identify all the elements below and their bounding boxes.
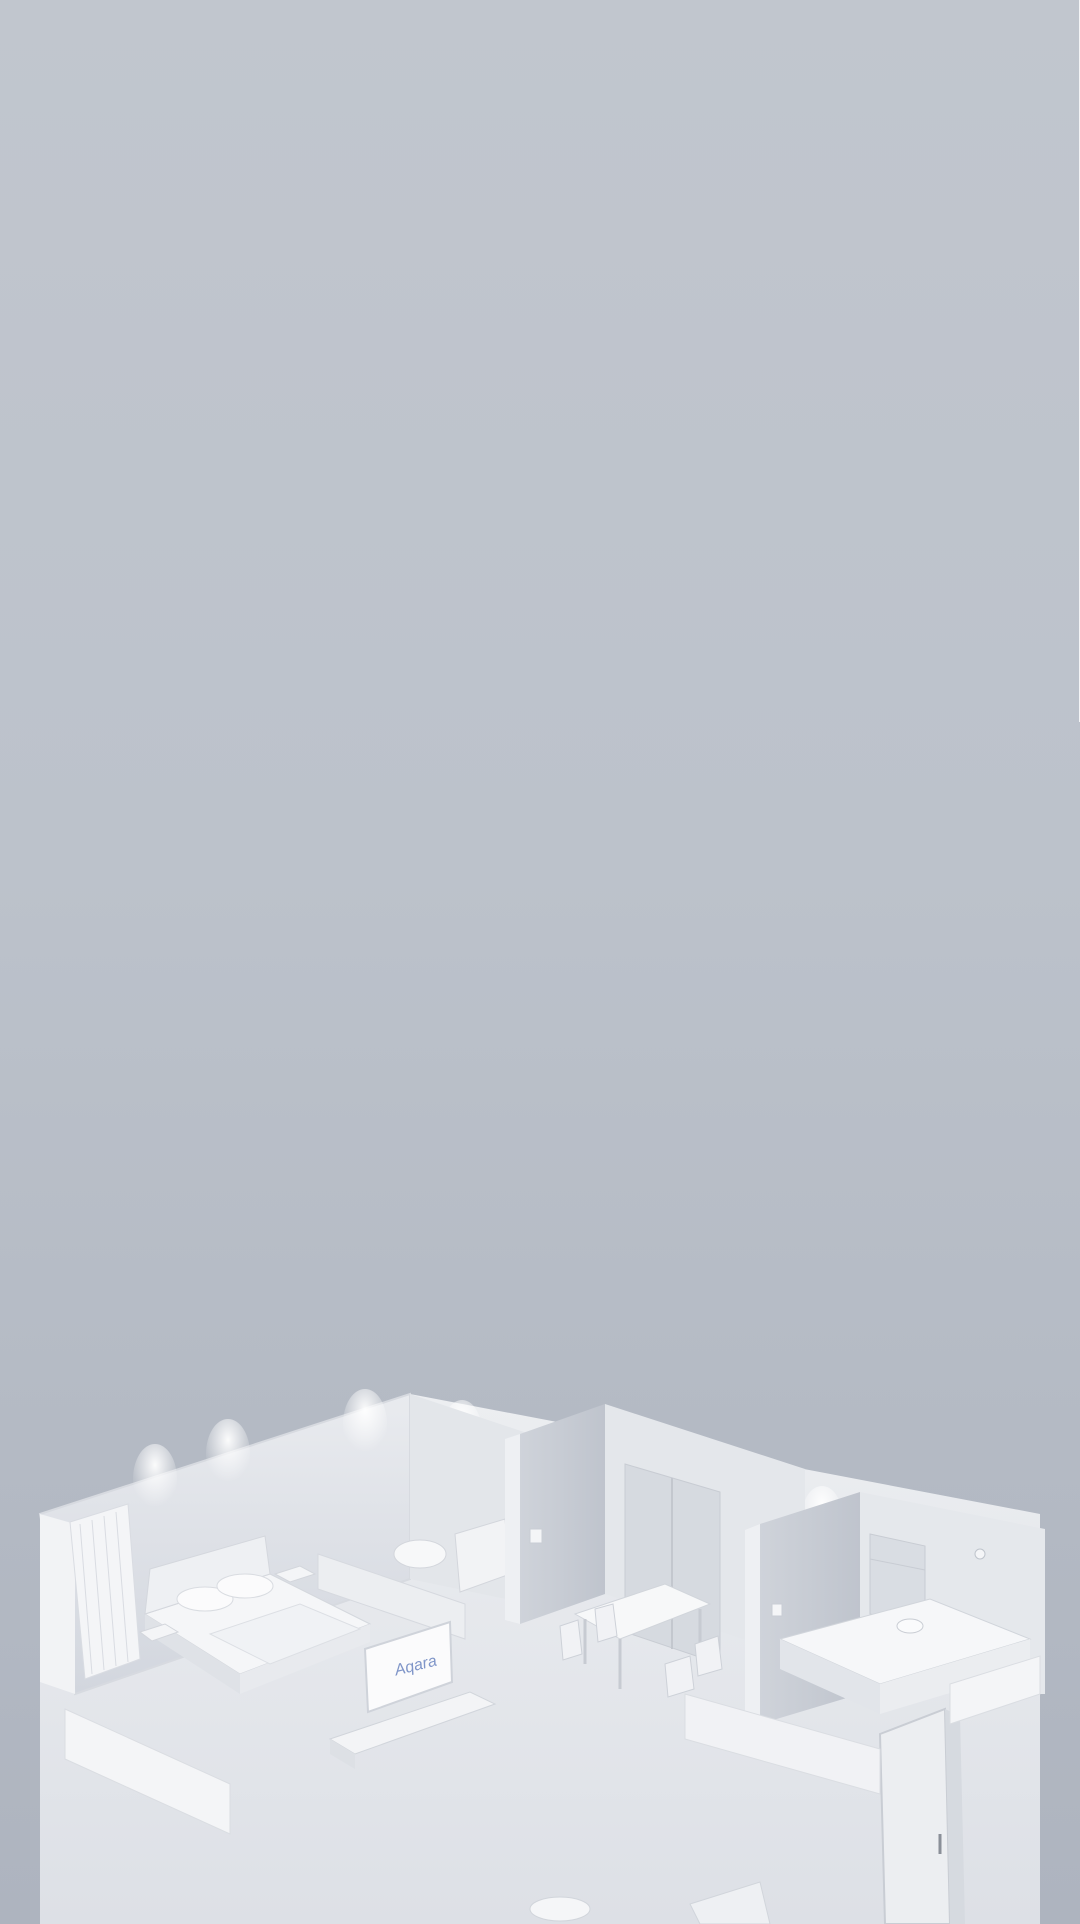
floorplan-svg: Aqara <box>38 1389 1045 1924</box>
wall-sensor <box>974 1548 986 1560</box>
entry-door <box>878 1707 952 1924</box>
center-wall <box>520 1404 605 1624</box>
left-edge-wall <box>40 1514 75 1694</box>
cooking-pot <box>896 1618 924 1634</box>
toilet <box>393 1539 447 1569</box>
side-table <box>529 1896 591 1922</box>
home-floorplan-illustration: Aqara <box>0 1364 1080 1924</box>
splash-screen: Aqara <box>0 0 1080 1924</box>
